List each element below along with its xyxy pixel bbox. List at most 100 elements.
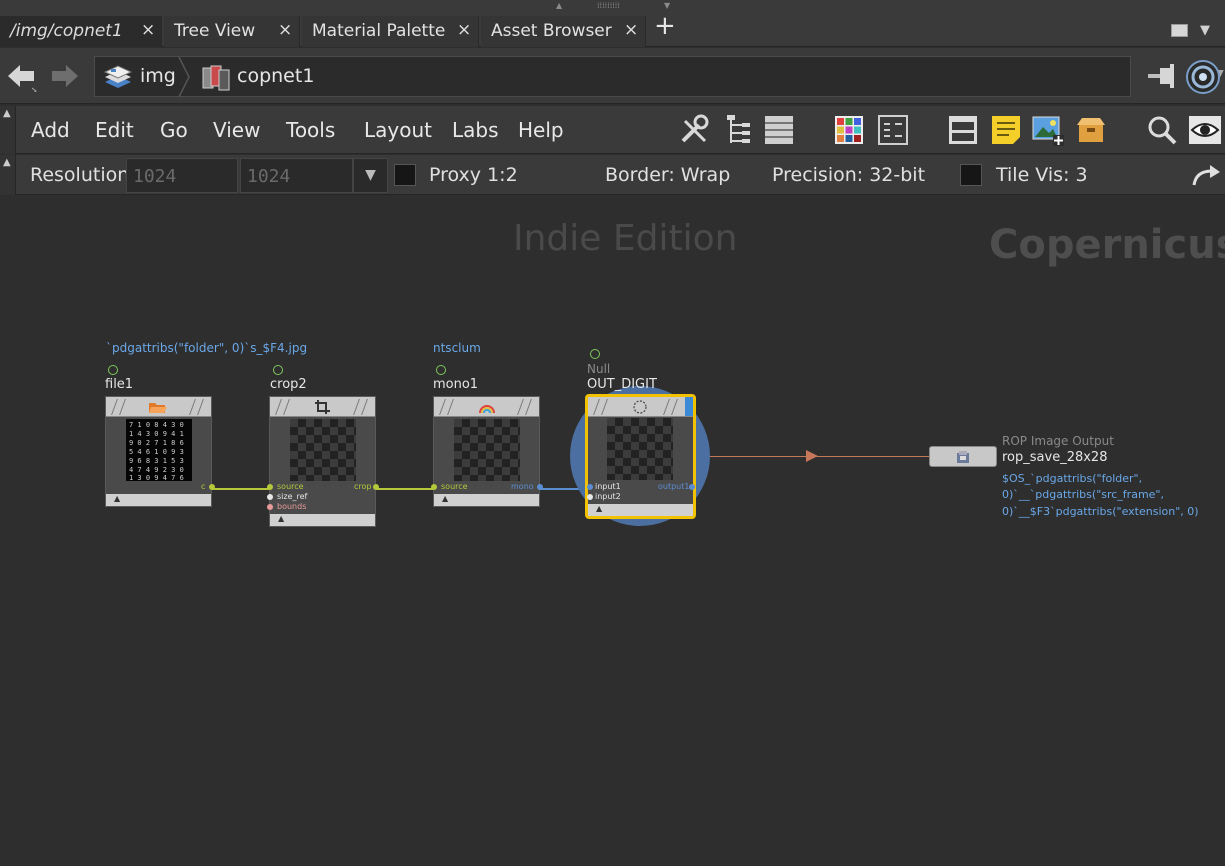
collapse-strip-handle[interactable]: ▲ <box>0 155 16 195</box>
input-port[interactable] <box>431 484 437 490</box>
svg-text:7 1 0 8 4 3 0: 7 1 0 8 4 3 0 <box>129 421 184 429</box>
node-file1[interactable]: 7 1 0 8 4 3 0 1 4 3 0 9 4 1 9 0 2 7 1 8 … <box>105 396 215 507</box>
redo-arrow-icon[interactable] <box>1190 161 1222 189</box>
border-mode[interactable]: Border: Wrap <box>605 164 730 186</box>
output-label: output1 <box>658 482 690 491</box>
node-header[interactable] <box>270 397 375 417</box>
input-port[interactable] <box>267 494 273 500</box>
input-port[interactable] <box>587 484 593 490</box>
output-port[interactable] <box>209 484 215 490</box>
node-out-digit[interactable]: input1 input2 output1 ▲ <box>585 394 696 519</box>
node-name-mono1[interactable]: mono1 <box>433 377 478 392</box>
tab-tree-view[interactable]: Tree View × <box>164 16 300 47</box>
menu-tools[interactable]: Tools <box>286 118 335 142</box>
tools-icon[interactable] <box>677 113 711 147</box>
tab-asset-browser[interactable]: Asset Browser × <box>481 16 646 47</box>
tree-layout-icon[interactable] <box>722 113 756 147</box>
input-label: source <box>277 482 304 491</box>
breadcrumb-img[interactable]: img <box>140 65 176 87</box>
node-comment: ntsclum <box>433 341 481 355</box>
image-thumbnail <box>454 419 520 481</box>
link-display-icon[interactable] <box>1184 58 1222 96</box>
node-flag-icon[interactable] <box>436 365 446 375</box>
node-name-rop-save[interactable]: rop_save_28x28 <box>1002 450 1107 465</box>
pane-menu-icon[interactable]: ▼ <box>1200 23 1210 38</box>
add-tab-icon[interactable]: + <box>654 13 676 39</box>
node-flag-icon[interactable] <box>590 349 600 359</box>
menu-layout[interactable]: Layout <box>364 118 432 142</box>
tab-material-palette[interactable]: Material Palette × <box>302 16 479 47</box>
list-icon[interactable] <box>762 113 796 147</box>
output-port[interactable] <box>689 484 695 490</box>
close-icon[interactable]: × <box>457 20 471 40</box>
network-box-icon[interactable] <box>946 113 980 147</box>
forward-arrow-icon[interactable] <box>48 60 80 92</box>
resolution-y-field[interactable]: 1024 <box>240 158 353 193</box>
parameter-grid-icon[interactable] <box>876 113 910 147</box>
output-label: crop <box>354 482 372 491</box>
node-name-out-digit[interactable]: OUT_DIGIT <box>587 377 657 392</box>
menu-labs[interactable]: Labs <box>452 118 499 142</box>
menu-help[interactable]: Help <box>518 118 564 142</box>
precision-mode[interactable]: Precision: 32-bit <box>772 164 925 186</box>
back-arrow-icon[interactable] <box>6 60 38 92</box>
network-path-field[interactable]: img copnet1 ▼ <box>94 56 1224 97</box>
output-port[interactable] <box>537 484 543 490</box>
display-flag[interactable] <box>685 397 693 416</box>
input-port[interactable] <box>267 504 273 510</box>
tab-network-editor[interactable]: /img/copnet1 × <box>0 16 162 47</box>
resolution-label: Resolution <box>30 164 130 186</box>
copernicus-network-icon <box>202 65 230 91</box>
rop-output-icon <box>957 451 969 463</box>
node-footer: ▲ <box>434 494 539 506</box>
sticky-note-icon[interactable] <box>989 113 1023 147</box>
resolution-x-field[interactable]: 1024 <box>126 158 238 193</box>
node-flag-icon[interactable] <box>108 365 118 375</box>
input-port[interactable] <box>267 484 273 490</box>
node-footer: ▲ <box>588 504 693 516</box>
null-circle-icon <box>633 400 647 414</box>
close-icon[interactable]: × <box>278 20 292 40</box>
node-footer: ▲ <box>106 494 211 506</box>
node-rop-save[interactable] <box>929 446 997 467</box>
menu-view[interactable]: View <box>213 118 260 142</box>
input-label: bounds <box>277 502 307 511</box>
svg-text:9 0 2 7 1 8 6: 9 0 2 7 1 8 6 <box>129 439 184 447</box>
close-icon[interactable]: × <box>141 20 155 40</box>
proxy-checkbox[interactable] <box>394 164 416 186</box>
pin-icon[interactable] <box>1146 62 1180 90</box>
node-crop2[interactable]: source size_ref bounds crop ▲ <box>267 396 379 527</box>
breadcrumb-copnet1[interactable]: copnet1 <box>237 65 314 87</box>
node-name-crop2[interactable]: crop2 <box>270 377 307 392</box>
network-editor-canvas[interactable]: Indie Edition Copernicus `pdgattribs("fo… <box>0 196 1225 866</box>
resolution-dropdown[interactable]: ▼ <box>353 158 388 193</box>
wire-file1-crop2[interactable] <box>212 488 270 490</box>
output-port[interactable] <box>373 484 379 490</box>
node-name-file1[interactable]: file1 <box>105 377 133 392</box>
svg-text:4 7 4 9 2 3 0: 4 7 4 9 2 3 0 <box>129 466 184 474</box>
node-header[interactable] <box>588 397 693 417</box>
node-flag-icon[interactable] <box>273 365 283 375</box>
input-port[interactable] <box>587 494 593 500</box>
tile-vis-checkbox[interactable] <box>960 164 982 186</box>
image-thumbnail <box>607 418 673 480</box>
eye-icon[interactable] <box>1188 113 1222 147</box>
menu-go[interactable]: Go <box>160 118 188 142</box>
wire-crop2-mono1[interactable] <box>376 488 434 490</box>
node-header[interactable] <box>106 397 211 417</box>
close-icon[interactable]: × <box>624 20 638 40</box>
maximize-pane-icon[interactable] <box>1171 24 1188 37</box>
image-add-icon[interactable] <box>1031 113 1065 147</box>
collapse-strip-handle[interactable]: ▲ <box>0 106 16 154</box>
pane-resize-grip[interactable]: ▲ ⁞⁞⁞⁞⁞⁞⁞⁞⁞ ▼ <box>0 0 1225 12</box>
subnet-box-icon[interactable] <box>1074 113 1108 147</box>
menu-edit[interactable]: Edit <box>95 118 134 142</box>
path-bar: img copnet1 ▼ <box>0 48 1225 104</box>
color-palette-icon[interactable] <box>832 113 866 147</box>
image-network-icon <box>103 65 133 88</box>
node-header[interactable] <box>434 397 539 417</box>
input-label: input1 <box>595 482 621 491</box>
search-icon[interactable] <box>1145 113 1179 147</box>
menu-add[interactable]: Add <box>31 118 70 142</box>
node-mono1[interactable]: source mono ▲ <box>431 396 543 507</box>
